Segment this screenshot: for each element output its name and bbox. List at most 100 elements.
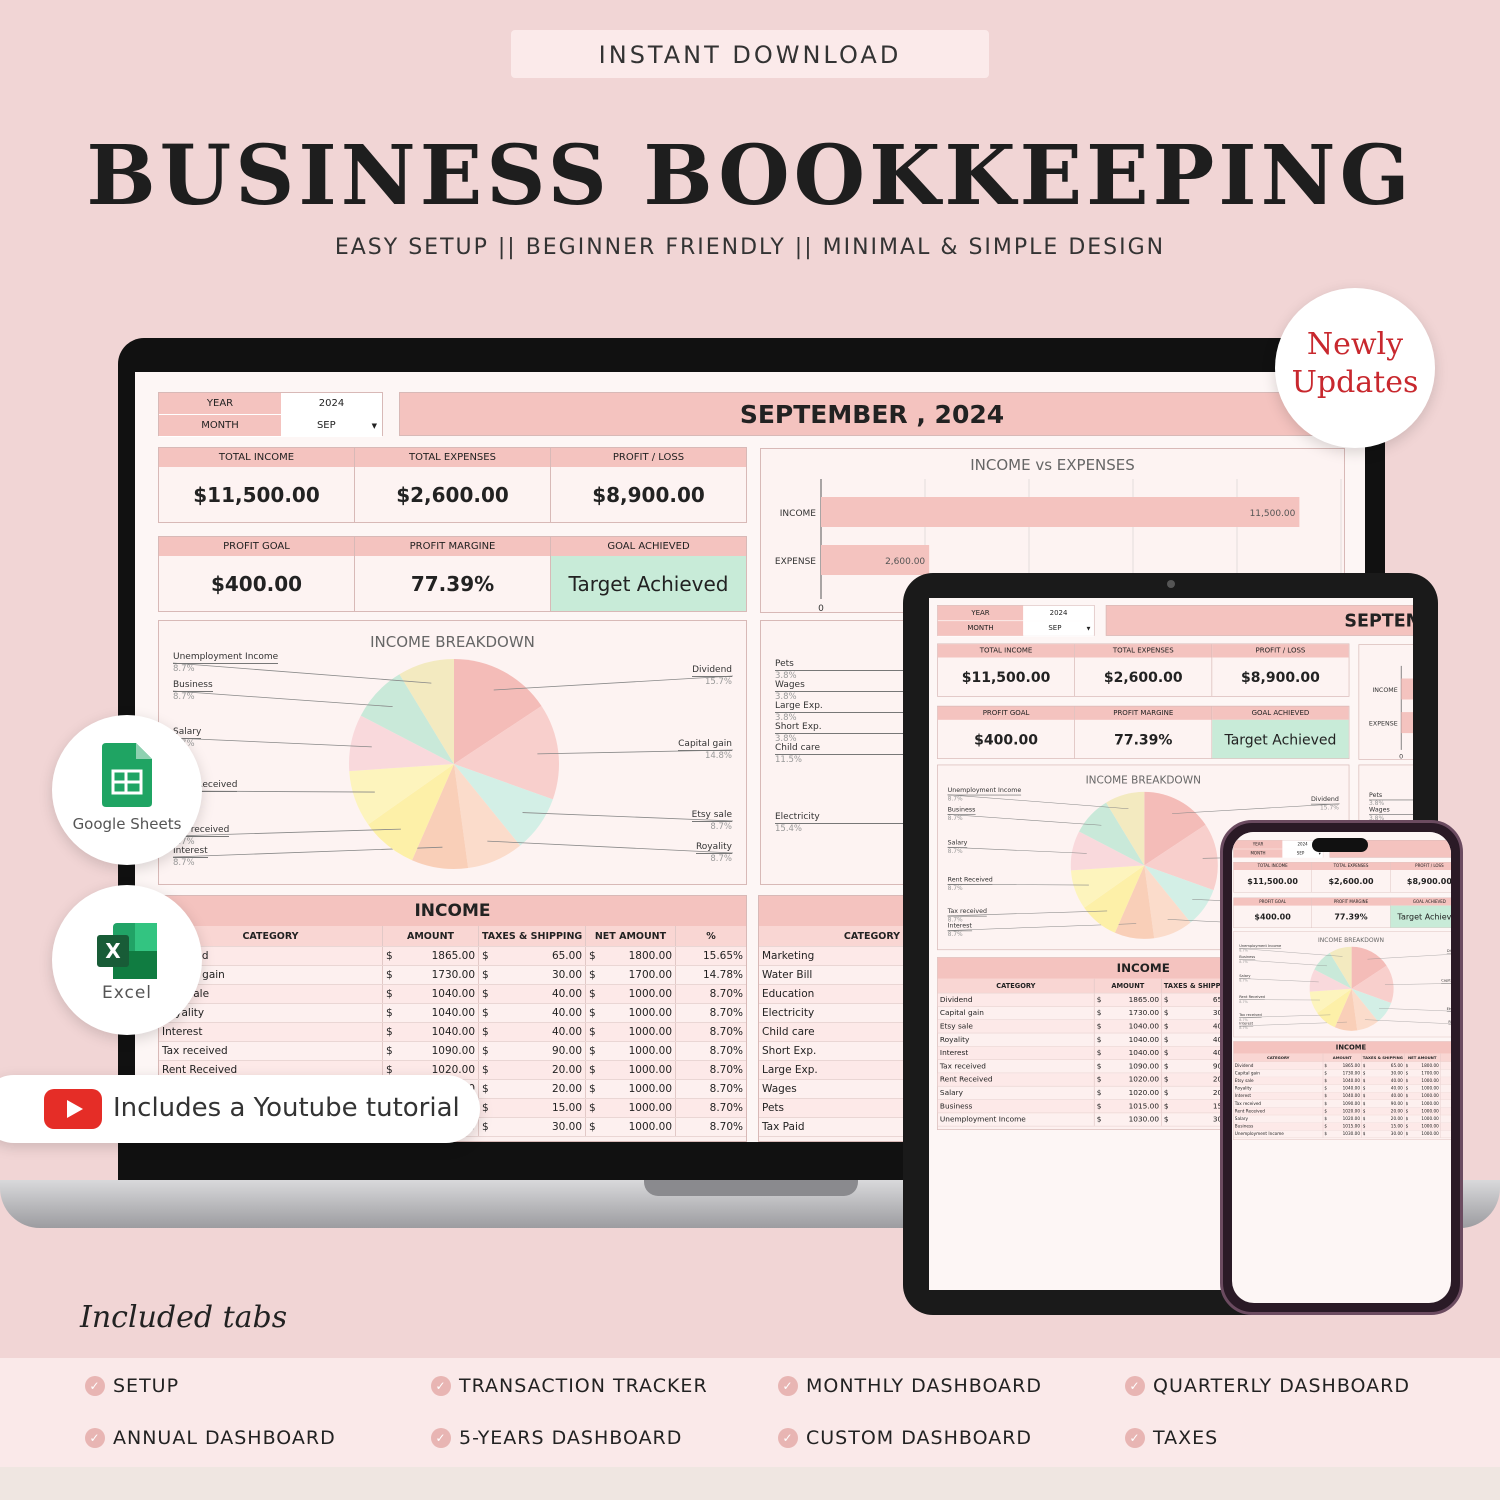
taxes-value: 30.00 — [551, 1121, 582, 1133]
pie-label: Tax received 8.7% — [947, 908, 988, 924]
taxes-cell: $15.00 — [479, 1099, 586, 1117]
included-tab-item: ✓ CUSTOM DASHBOARD — [778, 1427, 1032, 1449]
kpi-profit-margin: PROFIT MARGINE 77.39% — [1075, 706, 1213, 759]
kpi-row-2: PROFIT GOAL $400.00 PROFIT MARGINE 77.39% … — [937, 705, 1350, 759]
tab-label: MONTHLY DASHBOARD — [806, 1375, 1042, 1397]
net-cell: $1000.00 — [1404, 1077, 1441, 1085]
net-value: 1000.00 — [1421, 1093, 1439, 1099]
dashboard-title: SEPTEMBER , 2024 — [1105, 605, 1413, 636]
table-row: Tax received$1090.00$90.00$1000.008.70% — [1233, 1100, 1451, 1108]
amount-value: 1040.00 — [431, 1026, 475, 1038]
bar-chart-svg: INCOME11,500.00EXPENSE2,600.000 — [1369, 665, 1413, 760]
kpi-label: PROFIT / LOSS — [551, 448, 746, 467]
currency-symbol: $ — [1362, 1093, 1366, 1099]
currency-symbol: $ — [1362, 1078, 1366, 1084]
column-header: AMOUNT — [1323, 1053, 1362, 1062]
net-value: 1000.00 — [1421, 1078, 1439, 1084]
amount-value: 1020.00 — [1342, 1116, 1360, 1122]
net-value: 1000.00 — [628, 1102, 672, 1114]
included-tab-item: ✓ SETUP — [85, 1375, 179, 1397]
currency-symbol: $ — [1324, 1093, 1328, 1099]
slice-percent: 14.8% — [704, 751, 732, 761]
month-dropdown[interactable]: SEP ▼ — [1023, 621, 1094, 636]
slice-name: Etsy sale — [691, 810, 732, 820]
year-label: YEAR — [937, 605, 1024, 621]
currency-symbol: $ — [589, 1083, 596, 1095]
category-cell: Tax received — [1234, 1100, 1324, 1108]
kpi-label: PROFIT GOAL — [937, 706, 1075, 720]
currency-symbol: $ — [1096, 1075, 1102, 1084]
slice-name: Etsy sale — [1446, 1007, 1451, 1012]
percent-cell: 15.65% — [1440, 1062, 1451, 1069]
month-label: MONTH — [937, 621, 1024, 636]
kpi-profit-goal: PROFIT GOAL $400.00 — [1233, 898, 1312, 928]
currency-symbol: $ — [589, 1102, 596, 1114]
year-label: YEAR — [159, 393, 281, 414]
amount-value: 1030.00 — [1128, 1115, 1159, 1124]
bottom-strip — [0, 1467, 1500, 1500]
kpi-goal-achieved: GOAL ACHIEVEDTarget Achieved — [1212, 706, 1349, 759]
taxes-cell: $40.00 — [1362, 1077, 1405, 1085]
phone-dynamic-island — [1312, 838, 1368, 852]
included-tabs-heading: Included tabs — [80, 1300, 288, 1335]
year-month-selector: YEAR 2024 MONTH SEP ▼ — [1233, 840, 1324, 858]
income-table: INCOME CATEGORY AMOUNT TAXES & SHIPPING … — [1233, 1041, 1451, 1140]
dashboard-title: SEPTEMBER , 2024 — [399, 392, 1345, 436]
taxes-cell: $20.00 — [1362, 1107, 1405, 1115]
excel-icon: X — [97, 923, 157, 979]
taxes-value: 20.00 — [551, 1064, 582, 1076]
year-month-selector: YEAR 2024 MONTH SEP ▼ — [158, 392, 383, 437]
pie-label: Rent Received8.7% — [1239, 995, 1265, 1004]
taxes-cell: $20.00 — [479, 1080, 586, 1098]
currency-symbol: $ — [1096, 1035, 1102, 1044]
amount-cell: $1020.00 — [1323, 1107, 1362, 1115]
category-label: INCOME — [1372, 687, 1397, 694]
currency-symbol: $ — [1324, 1063, 1328, 1068]
kpi-row-2: PROFIT GOAL $400.00 PROFIT MARGINE 77.39% … — [1233, 897, 1451, 928]
category-cell: Salary — [938, 1086, 1095, 1100]
newly-updated-badge: Newly Updates — [1275, 288, 1435, 448]
slice-percent: 8.7% — [710, 854, 732, 864]
net-value: 1000.00 — [628, 1007, 672, 1019]
category-cell: Business — [1234, 1122, 1324, 1130]
check-icon: ✓ — [1125, 1376, 1145, 1396]
month-dropdown[interactable]: SEP ▼ — [281, 415, 382, 436]
net-cell: $1800.00 — [586, 947, 676, 965]
category-cell: Short Exp. — [759, 1042, 904, 1060]
category-cell: Unemployment Income — [1234, 1130, 1324, 1138]
slice-percent: 8.7% — [947, 795, 963, 803]
included-tab-item: ✓ MONTHLY DASHBOARD — [778, 1375, 1042, 1397]
pie-label: Dividend 15.7% — [692, 665, 732, 687]
column-header: AMOUNT — [383, 926, 479, 946]
amount-value: 1030.00 — [1342, 1131, 1360, 1137]
currency-symbol: $ — [1163, 1035, 1169, 1044]
slice-name: Rent Received — [947, 876, 993, 884]
year-value[interactable]: 2024 — [281, 393, 382, 414]
kpi-profit-goal: PROFIT GOAL $400.00 — [937, 706, 1075, 759]
bar-expense — [1401, 712, 1413, 734]
slice-name: Salary — [947, 839, 968, 847]
currency-symbol: $ — [482, 950, 489, 962]
amount-cell: $1730.00 — [1323, 1069, 1362, 1077]
check-icon: ✓ — [85, 1376, 105, 1396]
currency-symbol: $ — [589, 1121, 596, 1133]
kpi-value: $2,600.00 — [396, 482, 509, 507]
month-label: MONTH — [159, 415, 281, 436]
check-icon: ✓ — [431, 1376, 451, 1396]
amount-cell: $1040.00 — [1323, 1092, 1362, 1100]
amount-value: 1090.00 — [1342, 1101, 1360, 1106]
kpi-value: 77.39% — [410, 571, 495, 596]
year-value[interactable]: 2024 — [1023, 605, 1094, 621]
kpi-label: PROFIT GOAL — [159, 537, 354, 556]
kpi-total-income: TOTAL INCOME $11,500.00 — [937, 644, 1075, 696]
kpi-label: TOTAL INCOME — [937, 644, 1075, 658]
kpi-value: $2,600.00 — [1103, 668, 1183, 686]
taxes-value: 90.00 — [551, 1045, 582, 1057]
currency-symbol: $ — [1096, 1102, 1102, 1111]
taxes-value: 65.00 — [1390, 1063, 1403, 1068]
google-sheets-badge: Google Sheets — [52, 715, 202, 865]
net-cell: $1000.00 — [1404, 1084, 1441, 1092]
currency-symbol: $ — [482, 988, 489, 1000]
currency-symbol: $ — [1324, 1070, 1328, 1076]
taxes-cell: $40.00 — [1362, 1092, 1405, 1100]
